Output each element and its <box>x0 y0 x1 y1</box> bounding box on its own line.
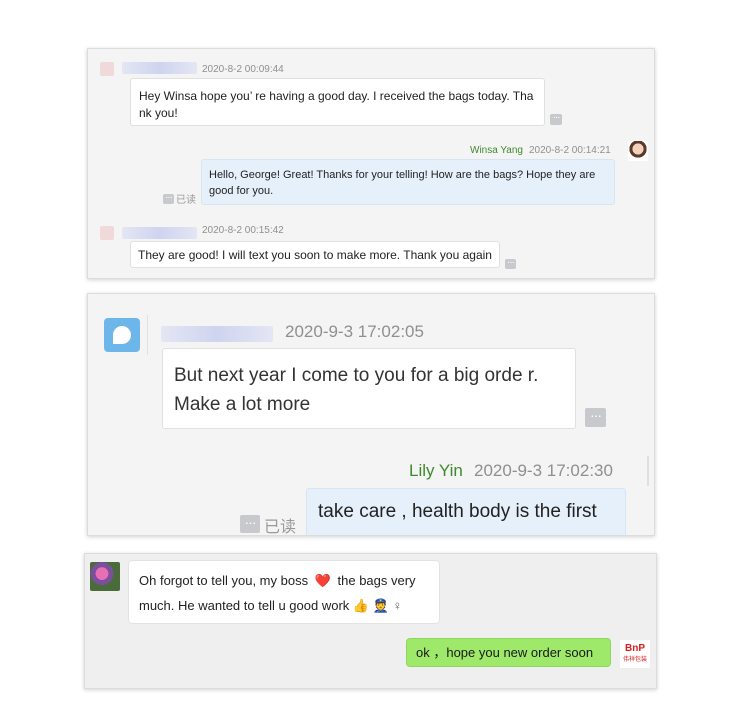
sender-name: Lily Yin <box>409 461 463 480</box>
contact-name-blurred <box>122 227 197 239</box>
message-text: But next year I come to you for a big or… <box>174 365 539 415</box>
app-avatar-icon[interactable] <box>104 318 140 352</box>
incoming-message-bubble[interactable]: They are good! I will text you soon to m… <box>130 241 500 268</box>
user-avatar[interactable] <box>628 141 648 161</box>
heart-emoji: ❤️ <box>314 573 331 588</box>
company-logo[interactable]: BnP 伟祥包装 <box>619 639 651 669</box>
outgoing-message-bubble[interactable]: ok ，hope you new order soon <box>406 638 611 667</box>
sender-name: Winsa Yang <box>470 145 523 156</box>
contact-avatar[interactable] <box>90 562 120 591</box>
message-text: Hey Winsa hope you’ re having a good day… <box>139 89 534 120</box>
police-officer-emoji: 👮 <box>372 598 389 613</box>
incoming-message-bubble[interactable]: Hey Winsa hope you’ re having a good day… <box>130 78 545 126</box>
contact-avatar[interactable] <box>100 226 114 240</box>
more-icon[interactable]: ··· <box>505 258 516 269</box>
message-text: ok ，hope you new order soon <box>416 645 594 660</box>
message-timestamp: 2020-8-2 00:15:42 <box>202 225 284 236</box>
message-text: much. He wanted to tell u good work <box>139 598 350 613</box>
read-status: 已读 <box>176 195 196 206</box>
outgoing-message-bubble[interactable]: take care , health body is the first <box>306 488 626 535</box>
outgoing-message-bubble[interactable]: Hello, George! Great! Thanks for your te… <box>201 159 615 205</box>
logo-mark: BnP <box>625 643 645 654</box>
scroll-indicator[interactable] <box>647 456 649 486</box>
message-text: Hello, George! Great! Thanks for your te… <box>209 169 596 197</box>
message-text: Oh forgot to tell you, my boss <box>139 573 309 588</box>
message-line-2: much. He wanted to tell u good work 👍 👮 … <box>139 593 429 618</box>
vertical-divider <box>147 315 148 355</box>
message-text: take care , health body is the first <box>318 501 597 522</box>
contact-name-blurred <box>161 326 273 342</box>
incoming-message-bubble[interactable]: Oh forgot to tell you, my boss ❤️ the ba… <box>128 560 440 624</box>
logo-subtitle: 伟祥包装 <box>622 657 647 663</box>
more-icon[interactable]: ··· <box>550 113 562 125</box>
message-text: the bags very <box>337 573 416 588</box>
message-timestamp: 2020-8-2 00:09:44 <box>202 64 284 75</box>
message-timestamp: 2020-9-3 17:02:05 <box>285 322 424 341</box>
contact-name-blurred <box>122 62 197 74</box>
more-icon[interactable]: ··· <box>163 193 174 204</box>
incoming-message-bubble[interactable]: But next year I come to you for a big or… <box>162 348 576 429</box>
contact-avatar[interactable] <box>100 62 114 76</box>
chat-panel-3: Oh forgot to tell you, my boss ❤️ the ba… <box>84 553 657 689</box>
thumbs-up-emoji: 👍 <box>352 598 370 613</box>
message-timestamp: 2020-9-3 17:02:30 <box>474 461 613 480</box>
message-text: They are good! I will text you soon to m… <box>138 248 492 262</box>
more-icon[interactable]: ··· <box>240 515 260 533</box>
chat-panel-2: 2020-9-3 17:02:05 But next year I come t… <box>87 293 655 536</box>
message-timestamp: 2020-8-2 00:14:21 <box>529 145 611 156</box>
chat-panel-1: 2020-8-2 00:09:44 Hey Winsa hope you’ re… <box>87 48 655 279</box>
read-status: 已读 <box>264 519 297 536</box>
more-icon[interactable]: ··· <box>585 408 606 427</box>
female-sign-emoji: ♀ <box>392 598 403 613</box>
message-line-1: Oh forgot to tell you, my boss ❤️ the ba… <box>139 568 429 593</box>
